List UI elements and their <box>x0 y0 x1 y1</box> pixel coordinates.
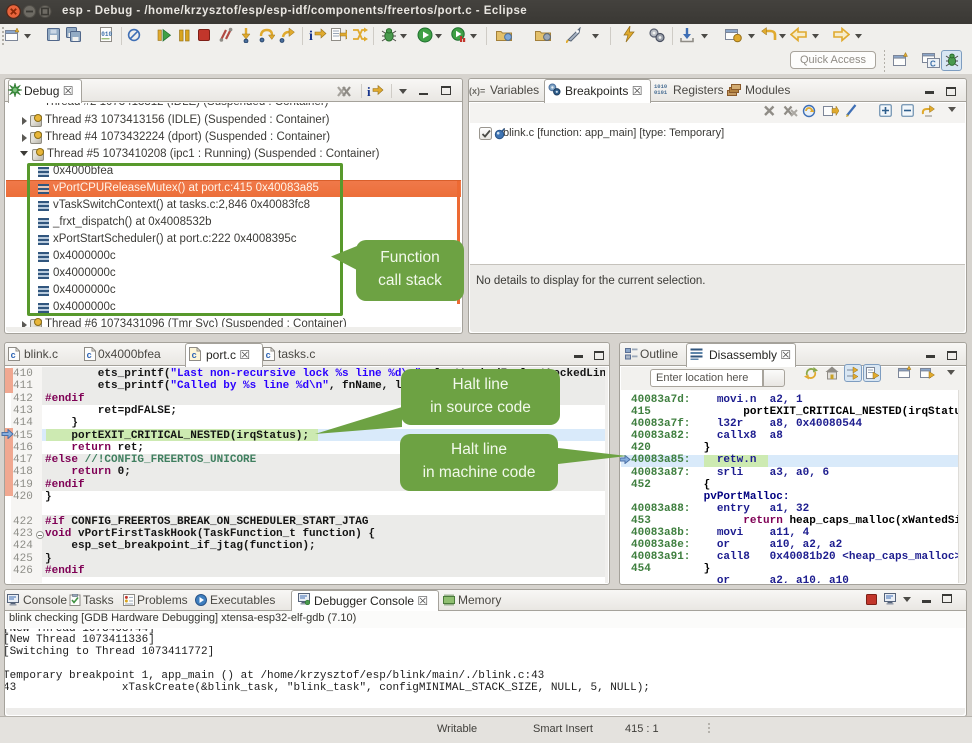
svg-text:i: i <box>367 84 371 99</box>
svg-text:c: c <box>192 351 197 361</box>
svg-text:010: 010 <box>101 31 112 38</box>
svg-text:c: c <box>266 351 271 361</box>
svg-text:c: c <box>11 351 16 361</box>
svg-text:c: c <box>87 351 92 361</box>
svg-text:i: i <box>309 29 313 43</box>
svg-text:C: C <box>930 60 936 69</box>
